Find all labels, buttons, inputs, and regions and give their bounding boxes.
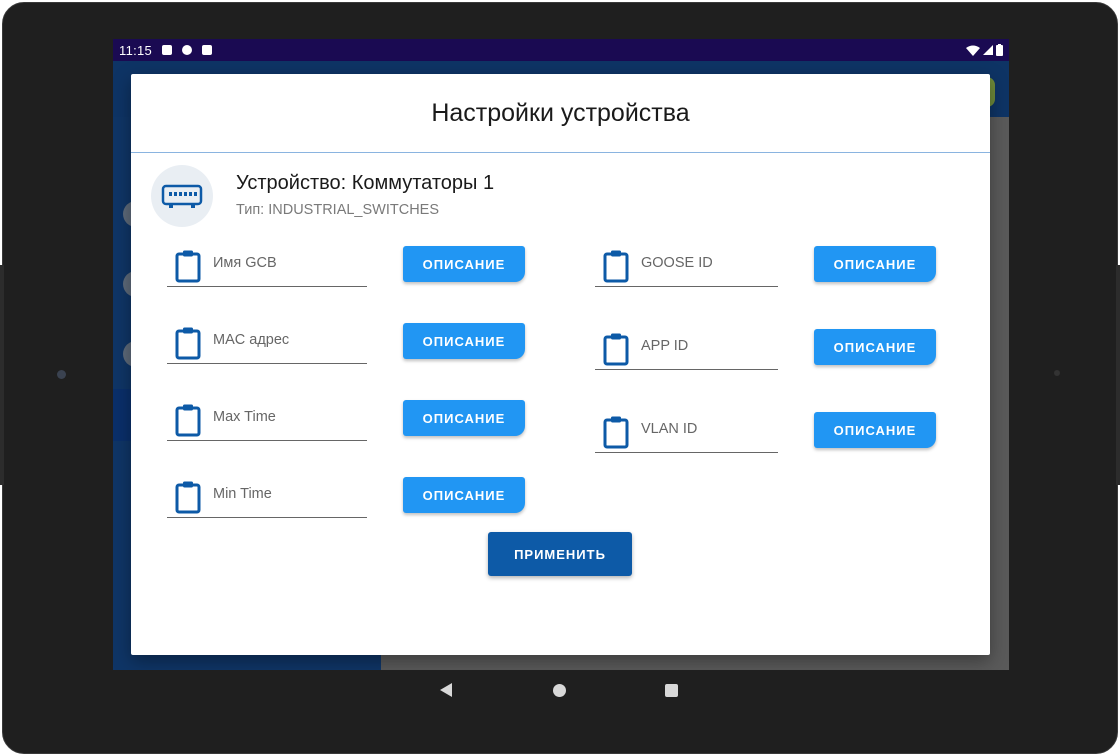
field-max-time[interactable]: Max Time xyxy=(167,399,367,441)
status-indicators xyxy=(966,44,1003,56)
gcb-name-description-button[interactable]: ОПИСАНИЕ xyxy=(403,246,525,282)
field-goose-id[interactable]: GOOSE ID xyxy=(595,245,778,287)
field-vlan-id[interactable]: VLAN ID xyxy=(595,411,778,453)
side-button xyxy=(0,265,4,485)
app-id-description-button[interactable]: ОПИСАНИЕ xyxy=(814,329,936,365)
field-label: MAC адрес xyxy=(213,332,290,348)
min-time-description-button[interactable]: ОПИСАНИЕ xyxy=(403,477,525,513)
field-min-time[interactable]: Min Time xyxy=(167,476,367,518)
notification-a-icon xyxy=(162,45,173,55)
notification-sd-icon xyxy=(202,45,213,55)
wifi-icon xyxy=(966,45,980,56)
clipboard-icon xyxy=(175,404,201,437)
device-settings-dialog: Настройки устройства Устройство: Коммута… xyxy=(131,74,990,655)
sensor-dot xyxy=(1054,370,1060,376)
screen: 11:15 Настройки устройства Устройство: К… xyxy=(113,39,1009,670)
field-mac-address[interactable]: MAC адрес xyxy=(167,322,367,364)
max-time-description-button[interactable]: ОПИСАНИЕ xyxy=(403,400,525,436)
camera-dot xyxy=(57,370,66,379)
clipboard-icon xyxy=(175,481,201,514)
field-label: Имя GCB xyxy=(213,255,277,271)
back-icon[interactable] xyxy=(440,683,452,697)
field-label: APP ID xyxy=(641,338,689,354)
clipboard-icon xyxy=(603,333,629,366)
notification-sync-icon xyxy=(182,45,193,55)
field-label: VLAN ID xyxy=(641,421,698,437)
device-name: Устройство: Коммутаторы 1 xyxy=(236,172,495,194)
vlan-id-description-button[interactable]: ОПИСАНИЕ xyxy=(814,412,936,448)
recent-apps-icon[interactable] xyxy=(665,684,678,697)
clipboard-icon xyxy=(603,416,629,449)
clipboard-icon xyxy=(175,250,201,283)
field-gcb-name[interactable]: Имя GCB xyxy=(167,245,367,287)
device-type: Тип: INDUSTRIAL_SWITCHES xyxy=(236,202,440,218)
status-time: 11:15 xyxy=(119,42,153,58)
field-label: Max Time xyxy=(213,409,276,425)
cellular-icon xyxy=(983,45,993,55)
clipboard-icon xyxy=(603,250,629,283)
goose-id-description-button[interactable]: ОПИСАНИЕ xyxy=(814,246,936,282)
field-label: GOOSE ID xyxy=(641,255,713,271)
battery-icon xyxy=(996,44,1003,56)
device-avatar xyxy=(151,165,213,227)
dialog-title: Настройки устройства xyxy=(131,74,990,153)
home-icon[interactable] xyxy=(553,684,566,697)
status-bar: 11:15 xyxy=(113,39,1009,61)
field-label: Min Time xyxy=(213,486,272,502)
network-switch-icon xyxy=(161,184,203,208)
field-app-id[interactable]: APP ID xyxy=(595,328,778,370)
apply-button[interactable]: ПРИМЕНИТЬ xyxy=(488,532,632,576)
mac-address-description-button[interactable]: ОПИСАНИЕ xyxy=(403,323,525,359)
clipboard-icon xyxy=(175,327,201,360)
side-button xyxy=(1116,265,1120,485)
